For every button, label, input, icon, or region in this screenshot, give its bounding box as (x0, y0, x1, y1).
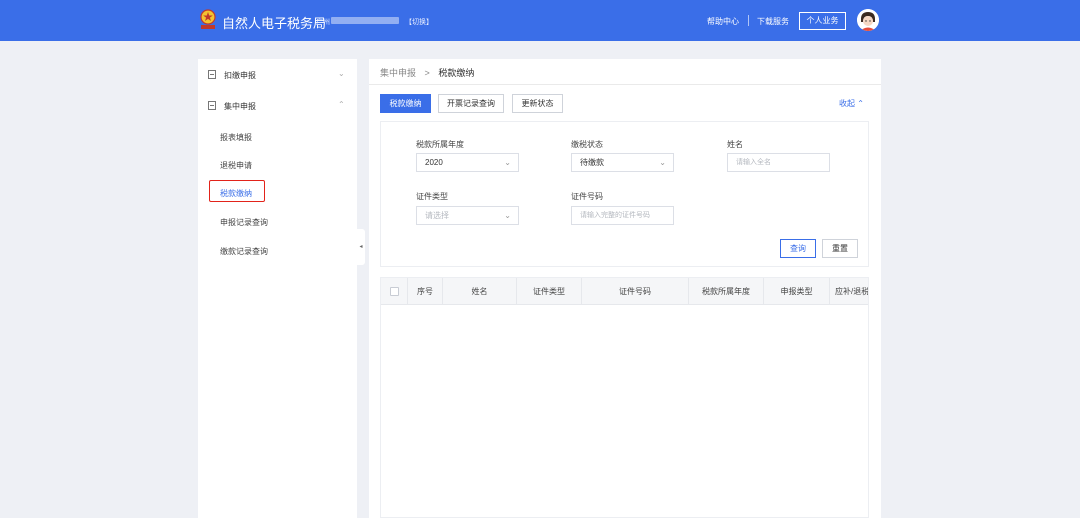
download-service-link[interactable]: 下载服务 (757, 16, 789, 27)
tax-payment-button[interactable]: 税款缴纳 (380, 94, 431, 113)
id-type-placeholder: 请选择 (425, 211, 449, 220)
sidebar-item-payment-records[interactable]: 缴款记录查询 (220, 246, 268, 257)
tax-year-value: 2020 (425, 158, 443, 167)
update-status-button[interactable]: 更新状态 (512, 94, 563, 113)
name-label: 姓名 (727, 140, 743, 149)
chevron-up-icon: ⌃ (857, 99, 864, 108)
help-center-link[interactable]: 帮助中心 (707, 16, 739, 27)
select-all-cell (381, 278, 408, 305)
column-header: 姓名 (443, 278, 517, 305)
document-icon (208, 101, 216, 110)
breadcrumb-separator: > (424, 68, 430, 78)
breadcrumb: 集中申报 > 税款缴纳 (380, 66, 474, 79)
tax-year-select[interactable]: 2020 ⌄ (416, 153, 519, 172)
column-header: 应补/退税 (835, 287, 869, 296)
sidebar-group-label: 扣缴申报 (224, 71, 256, 80)
pay-status-label: 缴税状态 (571, 140, 603, 149)
invoice-records-button[interactable]: 开票记录查询 (438, 94, 504, 113)
chevron-down-icon: ⌄ (659, 158, 666, 167)
personal-business-button[interactable]: 个人业务 (799, 12, 846, 30)
sidebar-item-refund-apply[interactable]: 退税申请 (220, 160, 252, 171)
collapse-label: 收起 (839, 99, 855, 108)
id-number-input[interactable]: 请输入完整的证件号码 (571, 206, 674, 225)
collapse-filters-link[interactable]: 收起 ⌃ (839, 98, 864, 109)
avatar-icon (857, 9, 879, 31)
reset-button[interactable]: 重置 (822, 239, 858, 258)
sidebar-group-withholding[interactable]: 扣缴申报 ⌄ (198, 60, 357, 90)
tax-year-label: 税款所属年度 (416, 140, 464, 149)
top-header: 自然人电子税务局 广州 【切换】 帮助中心 下载服务 个人业务 (0, 0, 1080, 41)
breadcrumb-current: 税款缴纳 (438, 68, 475, 78)
chevron-down-icon: ⌄ (338, 69, 345, 78)
id-number-label: 证件号码 (571, 192, 603, 201)
column-header: 申报类型 (764, 278, 830, 305)
column-header: 序号 (408, 278, 443, 305)
breadcrumb-divider (369, 84, 881, 85)
sidebar: 扣缴申报 ⌄ 集中申报 ⌃ 报表填报 退税申请 税款缴纳 申报记录查询 缴款记录… (198, 59, 357, 518)
pay-status-value: 待缴款 (580, 158, 604, 167)
chevron-up-icon: ⌃ (338, 100, 345, 109)
document-icon (208, 70, 216, 79)
chevron-down-icon: ⌄ (504, 211, 511, 220)
switch-region-link[interactable]: 【切换】 (405, 17, 433, 27)
column-header: 证件类型 (517, 278, 582, 305)
redacted-region-detail (331, 17, 399, 24)
sidebar-item-declare-records[interactable]: 申报记录查询 (220, 217, 268, 228)
name-input[interactable]: 请输入全名 (727, 153, 830, 172)
sidebar-item-report-fill[interactable]: 报表填报 (220, 132, 252, 143)
user-avatar[interactable] (857, 9, 879, 31)
sidebar-collapse-handle[interactable]: ◂ (357, 229, 365, 265)
id-type-select[interactable]: 请选择 ⌄ (416, 206, 519, 225)
column-header: 证件号码 (582, 278, 689, 305)
tax-emblem-icon (200, 9, 216, 29)
header-separator (748, 15, 749, 26)
highlight-annotation-box (209, 180, 265, 202)
column-header: 税款所属年度 (689, 278, 764, 305)
region-label: 广州 (316, 19, 330, 26)
table-header: 序号 姓名 证件类型 证件号码 税款所属年度 申报类型 应补/退税 (381, 278, 869, 305)
sidebar-group-centralized[interactable]: 集中申报 ⌃ (198, 91, 357, 121)
app-title: 自然人电子税务局 (222, 16, 327, 31)
pay-status-select[interactable]: 待缴款 ⌄ (571, 153, 674, 172)
breadcrumb-parent[interactable]: 集中申报 (380, 68, 416, 78)
sidebar-group-label: 集中申报 (224, 102, 256, 111)
query-button[interactable]: 查询 (780, 239, 816, 258)
results-table: 序号 姓名 证件类型 证件号码 税款所属年度 申报类型 应补/退税 (380, 277, 869, 518)
select-all-checkbox[interactable] (390, 287, 399, 296)
id-type-label: 证件类型 (416, 192, 448, 201)
chevron-down-icon: ⌄ (504, 158, 511, 167)
